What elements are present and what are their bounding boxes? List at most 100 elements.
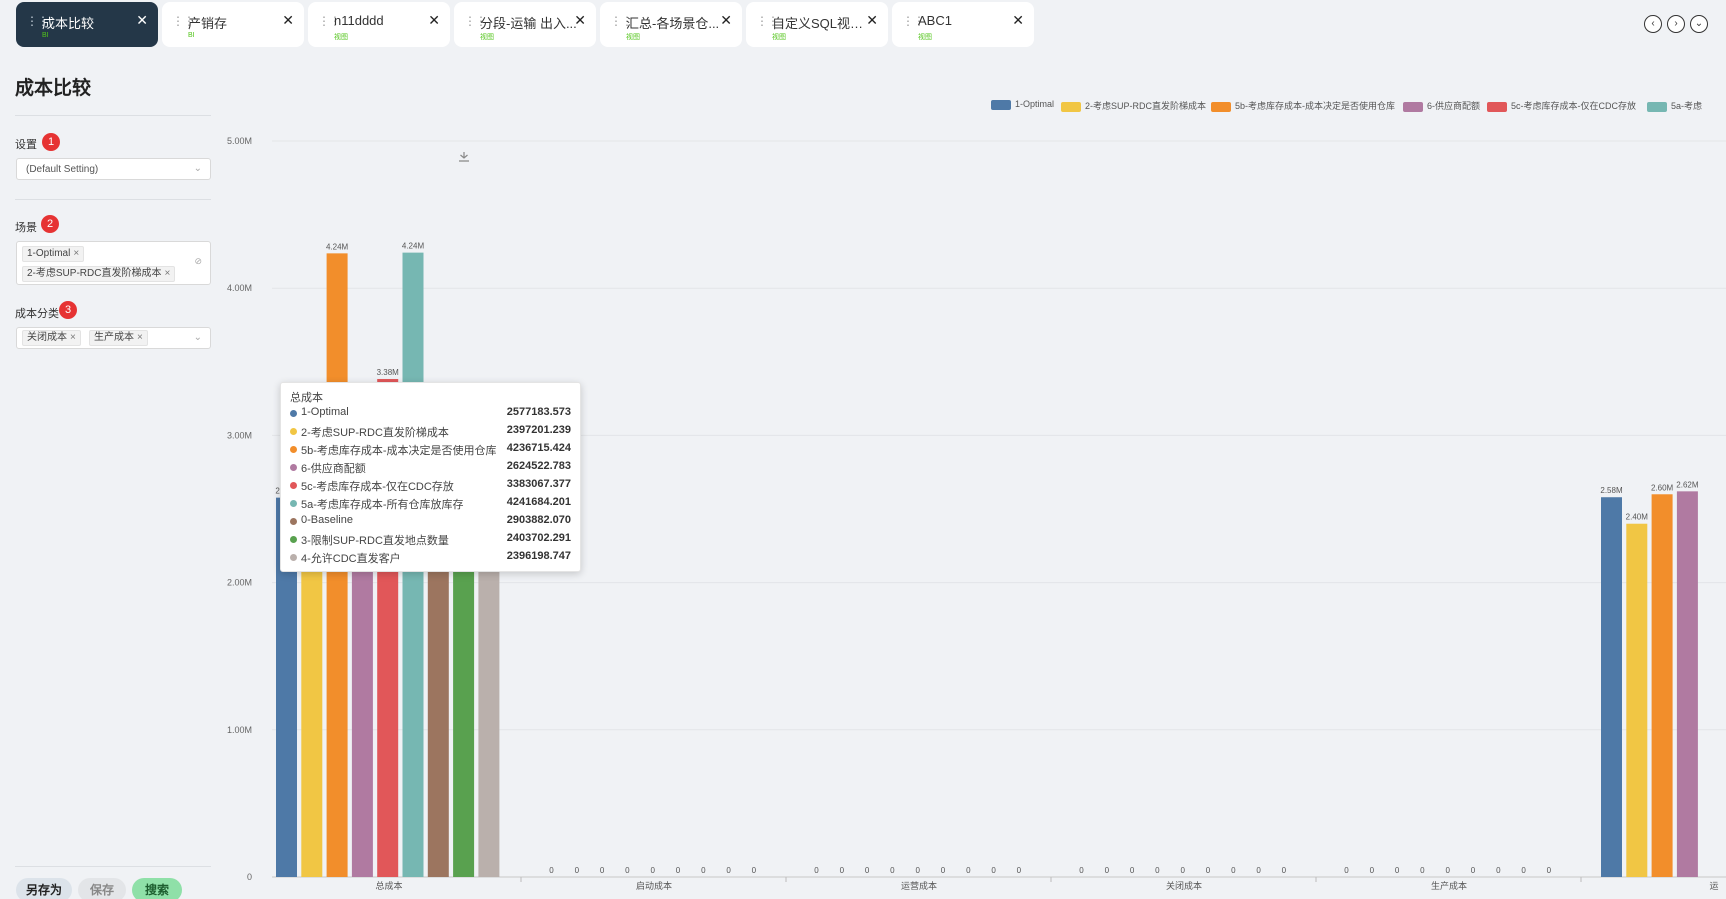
clear-icon[interactable]: ⊘ (194, 256, 202, 267)
tab-title: 成本比较 (42, 16, 95, 31)
tab-segment-transport[interactable]: ⋮⋮ 分段-运输 出入... 视图 ✕ (454, 2, 596, 47)
x-tick-label: 总成本 (375, 880, 402, 891)
close-icon[interactable]: ✕ (720, 12, 732, 29)
bar-value-label: 0 (752, 866, 757, 875)
series-dot-icon (290, 536, 297, 543)
bar-0-1[interactable] (301, 524, 323, 877)
category-chip[interactable]: 生产成本 × (89, 330, 148, 346)
page-title: 成本比较 (15, 78, 92, 99)
legend-item[interactable]: 5b-考虑库存成本-成本决定是否使用仓库 (1211, 99, 1395, 113)
remove-icon[interactable]: × (70, 332, 76, 343)
legend-swatch (1647, 101, 1667, 112)
chip-label: 2-考虑SUP-RDC直发阶梯成本 (27, 268, 162, 279)
tab-cost-compare[interactable]: ⋮⋮ 成本比较 BI ✕ (16, 2, 158, 47)
close-icon[interactable]: ✕ (1012, 12, 1024, 29)
tab-subtitle: BI (42, 32, 49, 39)
tooltip-series-name: 0-Baseline (301, 514, 353, 526)
legend-label: 5c-考虑库存成本-仅在CDC存放 (1511, 101, 1636, 111)
bar-value-label: 0 (814, 866, 819, 875)
x-axis: 总成本 启动成本 运营成本 关闭成本 生产成本 运 (375, 877, 1719, 891)
bar-value-label: 4.24M (402, 242, 425, 251)
close-icon[interactable]: ✕ (282, 12, 294, 29)
close-icon[interactable]: ✕ (136, 12, 148, 29)
settings-select[interactable]: (Default Setting) ⌄ (16, 158, 211, 180)
chevron-left-icon[interactable]: ‹ (1644, 15, 1662, 33)
legend-swatch (1061, 101, 1081, 112)
save-button[interactable]: 保存 (78, 878, 126, 899)
bar-value-label: 0 (1344, 866, 1349, 875)
tooltip-row: 1-Optimal 2577183.573 (290, 405, 571, 421)
bar-value-label: 0 (1231, 866, 1236, 875)
bar-value-label: 2.40M (1626, 513, 1649, 522)
series-dot-icon (290, 446, 297, 453)
tab-title: 自定义SQL视图... (772, 16, 872, 31)
save-as-button[interactable]: 另存为 (16, 878, 72, 899)
tab-subtitle: BI (188, 32, 195, 39)
bar-5-0[interactable] (1601, 497, 1622, 877)
close-icon[interactable]: ✕ (428, 12, 440, 29)
scenario-multiselect[interactable]: 1-Optimal × 2-考虑SUP-RDC直发阶梯成本 × ⊘ (16, 241, 211, 285)
chevron-right-icon[interactable]: › (1667, 15, 1685, 33)
tooltip-row: 4-允许CDC直发客户 2396198.747 (290, 549, 571, 565)
bar-value-label: 0 (1496, 866, 1501, 875)
tooltip-row: 0-Baseline 2903882.070 (290, 513, 571, 529)
settings-select-value: (Default Setting) (26, 164, 99, 175)
bar-value-label: 0 (991, 866, 996, 875)
tab-abc1[interactable]: ⋮⋮ ABC1 视图 ✕ (892, 2, 1034, 47)
tab-bar: ⋮⋮ 成本比较 BI ✕ ⋮⋮ 产销存 BI ✕ ⋮⋮ n11dddd 视图 ✕… (0, 0, 1726, 48)
bar-5-2[interactable] (1651, 494, 1673, 877)
y-tick-label: 0 (247, 872, 252, 882)
tooltip-row: 2-考虑SUP-RDC直发阶梯成本 2397201.239 (290, 423, 571, 439)
tab-summary-scenarios[interactable]: ⋮⋮ 汇总-各场景仓... 视图 ✕ (600, 2, 742, 47)
tab-title: 分段-运输 出入... (480, 16, 577, 31)
scenario-chip[interactable]: 2-考虑SUP-RDC直发阶梯成本 × (22, 266, 176, 282)
scenario-chip[interactable]: 1-Optimal × (22, 246, 85, 262)
bar-value-label: 0 (1547, 866, 1552, 875)
remove-icon[interactable]: × (73, 248, 79, 259)
chevron-down-icon: ⌄ (193, 163, 202, 174)
search-button[interactable]: 搜索 (132, 878, 182, 899)
tab-custom-sql-view[interactable]: ⋮⋮ 自定义SQL视图... 视图 ✕ (746, 2, 888, 47)
bar-0-7[interactable] (453, 523, 475, 877)
close-icon[interactable]: ✕ (574, 12, 586, 29)
tooltip-title: 总成本 (290, 392, 323, 404)
cost-category-multiselect[interactable]: 关闭成本 × 生产成本 × ⌄ (16, 327, 211, 349)
remove-icon[interactable]: × (137, 332, 143, 343)
tooltip-row: 5b-考虑库存成本-成本决定是否使用仓库 4236715.424 (290, 441, 571, 457)
download-icon[interactable] (459, 152, 469, 162)
y-tick-label: 5.00M (227, 136, 252, 146)
bar-value-label: 0 (575, 866, 580, 875)
x-tick-label: 启动成本 (636, 880, 672, 891)
bar-5-3[interactable] (1676, 491, 1698, 877)
legend-item[interactable]: 6-供应商配额 (1403, 99, 1480, 113)
bar-value-label: 0 (1420, 866, 1425, 875)
legend-item[interactable]: 5a-考虑 (1647, 99, 1702, 113)
chevron-down-icon[interactable]: ⌄ (1690, 15, 1708, 33)
step-badge: 1 (42, 133, 60, 151)
y-axis: 0 1.00M 2.00M 3.00M 4.00M 5.00M (227, 136, 252, 882)
tab-n11dddd[interactable]: ⋮⋮ n11dddd 视图 ✕ (308, 2, 450, 47)
tab-production-sales-inventory[interactable]: ⋮⋮ 产销存 BI ✕ (162, 2, 304, 47)
tab-title: ABC1 (918, 13, 952, 28)
close-icon[interactable]: ✕ (866, 12, 878, 29)
bar-value-label: 3.38M (377, 368, 400, 377)
legend-swatch (1211, 101, 1231, 112)
series-dot-icon (290, 500, 297, 507)
scenario-label: 场景 (15, 222, 37, 234)
legend-item[interactable]: 2-考虑SUP-RDC直发阶梯成本 (1061, 99, 1206, 113)
legend-item[interactable]: 1-Optimal (991, 99, 1054, 113)
tooltip-series-value: 4236715.424 (506, 442, 571, 454)
category-chip[interactable]: 关闭成本 × (22, 330, 81, 346)
tooltip-series-value: 4241684.201 (506, 496, 571, 508)
x-tick-label: 关闭成本 (1166, 880, 1202, 891)
remove-icon[interactable]: × (164, 268, 170, 279)
chevron-down-icon: ⌄ (193, 332, 202, 343)
bar-0-8[interactable] (478, 524, 500, 877)
bar-value-label: 0 (1079, 866, 1084, 875)
chart-tooltip: 总成本 1-Optimal 2577183.573 2-考虑SUP-RDC直发阶梯成… (280, 382, 581, 572)
tab-title: n11dddd (334, 13, 384, 28)
legend-item[interactable]: 5c-考虑库存成本-仅在CDC存放 (1487, 99, 1636, 113)
bar-5-1[interactable] (1626, 523, 1648, 877)
tooltip-series-name: 1-Optimal (301, 406, 349, 418)
bar-value-label: 0 (1445, 866, 1450, 875)
